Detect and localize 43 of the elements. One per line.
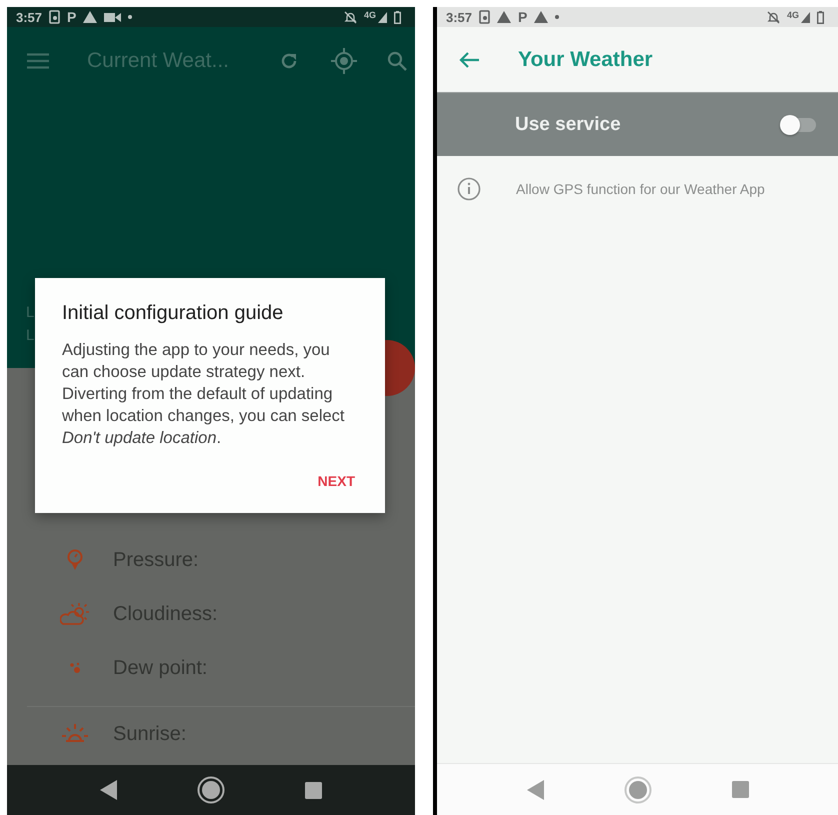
back-icon[interactable] (100, 780, 117, 800)
gauge-icon (67, 549, 83, 571)
dialog-title: Initial configuration guide (62, 302, 284, 325)
header-text: L (26, 326, 34, 346)
toggle-switch[interactable] (780, 114, 818, 134)
dot-icon (555, 15, 560, 19)
dialog-message: Adjusting the app to your needs, you can choose update strategy next. Diverting from the default of updating when location changes, you can select Don't update location. (62, 340, 346, 449)
notification-letter: P (67, 9, 76, 25)
muted-bell-icon (344, 10, 357, 24)
search-icon[interactable] (387, 51, 407, 71)
warning-icon (83, 11, 98, 23)
warning-icon (534, 11, 548, 23)
home-icon[interactable] (197, 776, 225, 804)
status-time: 3:57 (446, 10, 472, 24)
status-time: 3:57 (16, 10, 42, 24)
cloud-sun-icon (60, 602, 90, 626)
network-type: 4G (786, 10, 799, 20)
signal-icon (378, 12, 387, 22)
battery-icon (394, 10, 401, 24)
next-button[interactable]: NEXT (318, 473, 355, 489)
location-target-icon[interactable] (331, 48, 357, 74)
warning-icon (497, 11, 512, 23)
refresh-icon[interactable] (279, 51, 299, 71)
network-type: 4G (364, 10, 376, 20)
dot-icon (128, 15, 132, 19)
signal-icon (801, 12, 810, 22)
info-text: Allow GPS function for our Weather App (516, 181, 765, 197)
camera-icon (104, 12, 122, 22)
info-icon (457, 177, 481, 201)
phone-icon (49, 10, 60, 24)
settings-row[interactable]: Use service (437, 92, 838, 156)
setting-label: Use service (515, 114, 622, 136)
screen-title: Your Weather (518, 48, 653, 72)
menu-icon[interactable] (27, 53, 49, 69)
muted-bell-icon (766, 10, 780, 24)
back-arrow-icon[interactable] (459, 52, 479, 68)
phone-icon (479, 10, 490, 24)
recents-icon[interactable] (305, 782, 322, 798)
notification-letter: P (518, 9, 528, 25)
header-text: L (26, 303, 34, 323)
app-title: Current Weat... (87, 49, 230, 73)
drops-icon (69, 662, 81, 674)
battery-icon (817, 10, 824, 24)
